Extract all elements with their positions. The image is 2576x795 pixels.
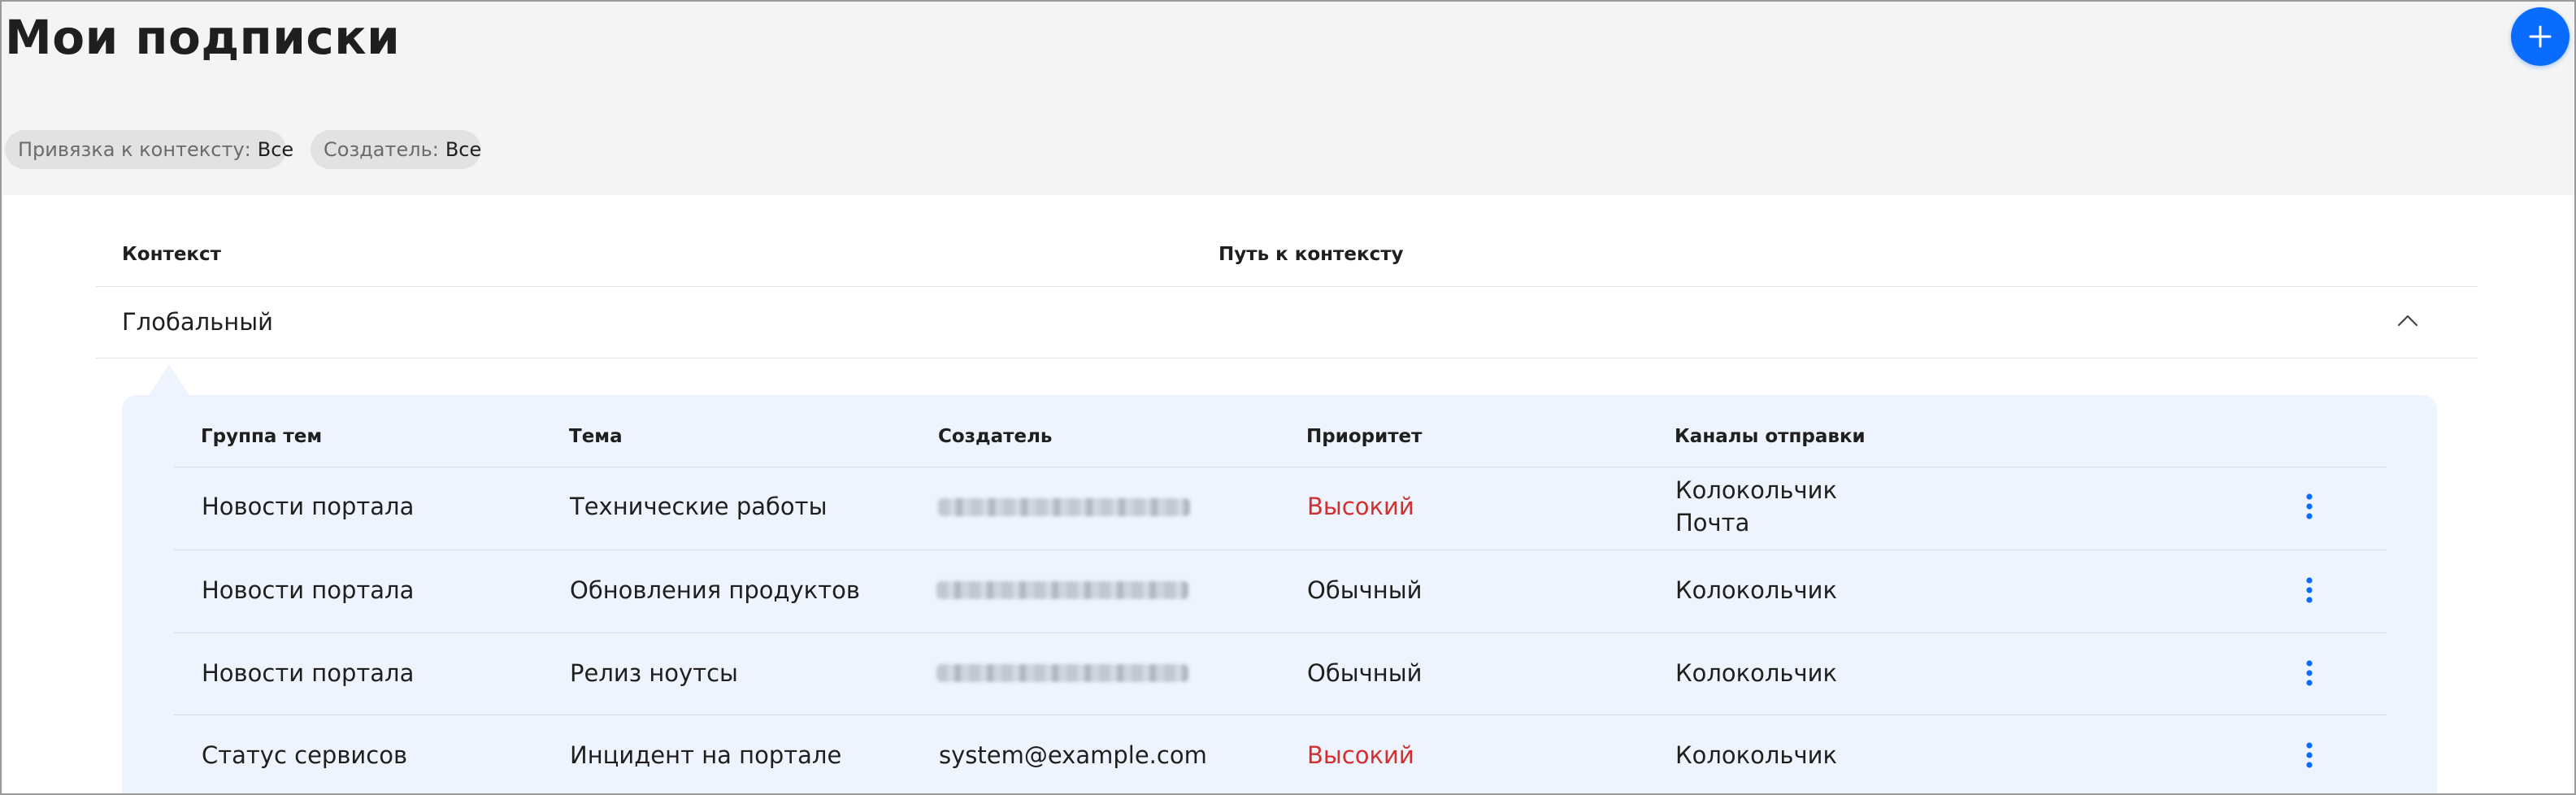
cell-channel: Колокольчик [1675,659,1837,687]
row-menu-button[interactable] [2296,490,2323,523]
expanded-panel-pointer [148,364,190,397]
cell-topic: Обновления продуктов [570,576,860,604]
filter-creator[interactable]: Создатель: Все [311,130,481,169]
cell-priority: Обычный [1307,659,1423,687]
cell-topic: Инцидент на портале [570,741,842,769]
divider [174,632,2387,633]
cell-channel: Почта [1675,509,1750,537]
cell-priority: Высокий [1307,741,1414,769]
row-menu-button[interactable] [2296,574,2323,606]
column-header-priority: Приоритет [1306,426,1423,447]
cell-creator-redacted [936,581,1188,599]
subscriptions-panel [122,395,2437,793]
cell-creator-redacted [936,664,1188,682]
column-header-context: Контекст [122,244,221,265]
filter-label: Привязка к контексту: [18,138,251,161]
subscriptions-page: Мои подписки Привязка к контексту: Все С… [0,0,2576,795]
row-menu-button[interactable] [2296,739,2323,771]
kebab-menu-icon [2306,493,2313,519]
cell-topic-group: Новости портала [202,576,415,604]
chevron-up-icon[interactable] [2397,314,2418,327]
cell-creator-redacted [938,498,1190,516]
column-header-topic: Тема [569,426,623,447]
context-group-name: Глобальный [122,308,273,336]
page-title: Мои подписки [5,10,401,65]
filter-label: Создатель: [324,138,439,161]
cell-priority: Высокий [1307,493,1414,520]
cell-priority: Обычный [1307,576,1423,604]
cell-channel: Колокольчик [1675,741,1837,769]
column-header-context-path: Путь к контексту [1218,244,1404,265]
cell-topic-group: Новости портала [202,659,415,687]
cell-channel: Колокольчик [1675,576,1837,604]
cell-topic-group: Статус сервисов [202,741,408,769]
context-group-row[interactable]: Глобальный [96,286,2478,358]
cell-topic: Технические работы [570,493,828,520]
column-header-creator: Создатель [938,426,1053,447]
cell-creator: system@example.com [939,741,1207,769]
plus-icon [2529,25,2552,48]
cell-channel: Колокольчик [1675,476,1837,504]
filter-value: Все [445,138,482,161]
cell-topic-group: Новости портала [202,493,415,520]
cell-topic: Релиз ноутсы [570,659,738,687]
filter-context-binding[interactable]: Привязка к контексту: Все [5,130,293,169]
column-header-channels: Каналы отправки [1675,426,1866,447]
kebab-menu-icon [2306,577,2313,603]
filter-value: Все [257,138,294,161]
column-header-topic-group: Группа тем [201,426,323,447]
kebab-menu-icon [2306,660,2313,686]
kebab-menu-icon [2306,742,2313,768]
row-menu-button[interactable] [2296,657,2323,689]
add-subscription-button[interactable] [2511,7,2569,66]
